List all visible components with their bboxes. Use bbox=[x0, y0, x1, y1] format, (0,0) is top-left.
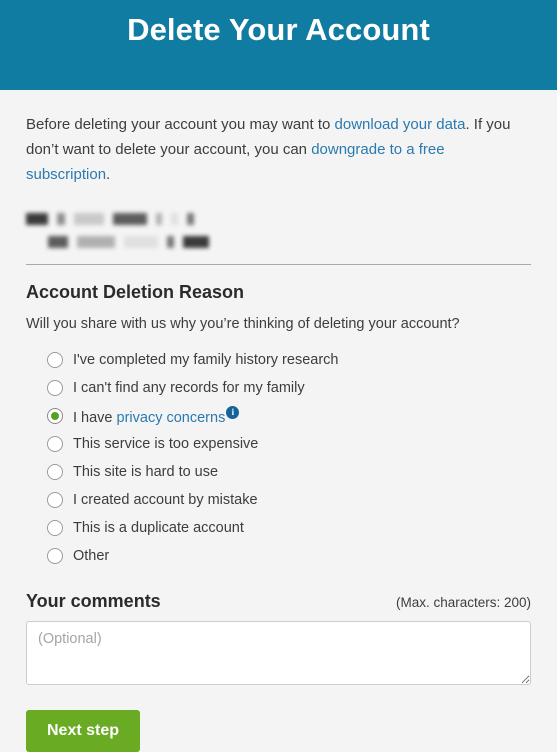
radio-option-7[interactable]: Other bbox=[26, 542, 531, 570]
intro-text-3: . bbox=[106, 166, 111, 183]
privacy-concerns-link[interactable]: privacy concerns bbox=[117, 409, 226, 425]
account-deletion-reason-heading: Account Deletion Reason bbox=[26, 282, 245, 302]
intro-paragraph: Before deleting your account you may wan… bbox=[26, 112, 531, 187]
radio-option-2[interactable]: I have privacy concerns i bbox=[26, 402, 531, 430]
radio-button-icon[interactable] bbox=[47, 436, 63, 452]
radio-button-icon[interactable] bbox=[47, 520, 63, 536]
redacted-bar bbox=[124, 235, 158, 248]
redacted-line bbox=[26, 210, 531, 227]
radio-option-label: I can't find any records for my family bbox=[73, 380, 305, 396]
deletion-reason-question: Will you share with us why you’re thinki… bbox=[26, 316, 460, 332]
radio-button-icon[interactable] bbox=[47, 380, 63, 396]
redacted-bar bbox=[48, 235, 68, 248]
page-title: Delete Your Account bbox=[127, 12, 430, 47]
redacted-line bbox=[48, 233, 531, 250]
intro-text-1: Before deleting your account you may wan… bbox=[26, 116, 335, 133]
comments-max-characters-label: (Max. characters: 200) bbox=[395, 595, 531, 610]
radio-option-0[interactable]: I've completed my family history researc… bbox=[26, 346, 531, 374]
radio-option-6[interactable]: This is a duplicate account bbox=[26, 514, 531, 542]
page-header-banner: Delete Your Account bbox=[0, 0, 557, 90]
redacted-bar bbox=[156, 212, 162, 225]
redacted-account-details bbox=[26, 210, 531, 250]
comments-title: Your comments bbox=[26, 591, 161, 611]
info-icon[interactable]: i bbox=[226, 405, 240, 419]
radio-option-label: This is a duplicate account bbox=[73, 520, 244, 536]
radio-option-4[interactable]: This site is hard to use bbox=[26, 458, 531, 486]
radio-option-label: Other bbox=[73, 548, 110, 564]
radio-option-label: I have privacy concerns i bbox=[73, 405, 240, 425]
comments-header: Your comments (Max. characters: 200) bbox=[26, 591, 531, 612]
redacted-bar bbox=[171, 212, 178, 225]
radio-button-icon[interactable] bbox=[47, 352, 63, 368]
redacted-bar bbox=[74, 212, 104, 225]
redacted-bar bbox=[57, 212, 65, 225]
radio-option-label: I created account by mistake bbox=[73, 492, 258, 508]
redacted-bar bbox=[26, 212, 48, 225]
redacted-bar bbox=[167, 235, 174, 248]
redacted-bar bbox=[183, 235, 209, 248]
radio-dot bbox=[51, 412, 59, 420]
radio-option-label: This site is hard to use bbox=[73, 464, 219, 480]
next-step-button[interactable]: Next step bbox=[26, 710, 141, 752]
page-content: Before deleting your account you may wan… bbox=[0, 112, 557, 752]
radio-button-icon[interactable] bbox=[47, 548, 63, 564]
radio-option-5[interactable]: I created account by mistake bbox=[26, 486, 531, 514]
download-your-data-link[interactable]: download your data bbox=[335, 116, 466, 133]
radio-button-selected-icon[interactable] bbox=[47, 408, 63, 424]
deletion-reason-radio-group[interactable]: I've completed my family history researc… bbox=[26, 346, 531, 570]
redacted-bar bbox=[113, 212, 147, 225]
radio-option-label: I've completed my family history researc… bbox=[73, 352, 339, 368]
redacted-bar bbox=[187, 212, 194, 225]
section-divider bbox=[26, 264, 531, 265]
radio-option-1[interactable]: I can't find any records for my family bbox=[26, 374, 531, 402]
redacted-bar bbox=[77, 235, 115, 248]
comments-textarea[interactable] bbox=[26, 621, 531, 685]
radio-button-icon[interactable] bbox=[47, 492, 63, 508]
radio-option-label: This service is too expensive bbox=[73, 436, 259, 452]
radio-option-3[interactable]: This service is too expensive bbox=[26, 430, 531, 458]
radio-button-icon[interactable] bbox=[47, 464, 63, 480]
